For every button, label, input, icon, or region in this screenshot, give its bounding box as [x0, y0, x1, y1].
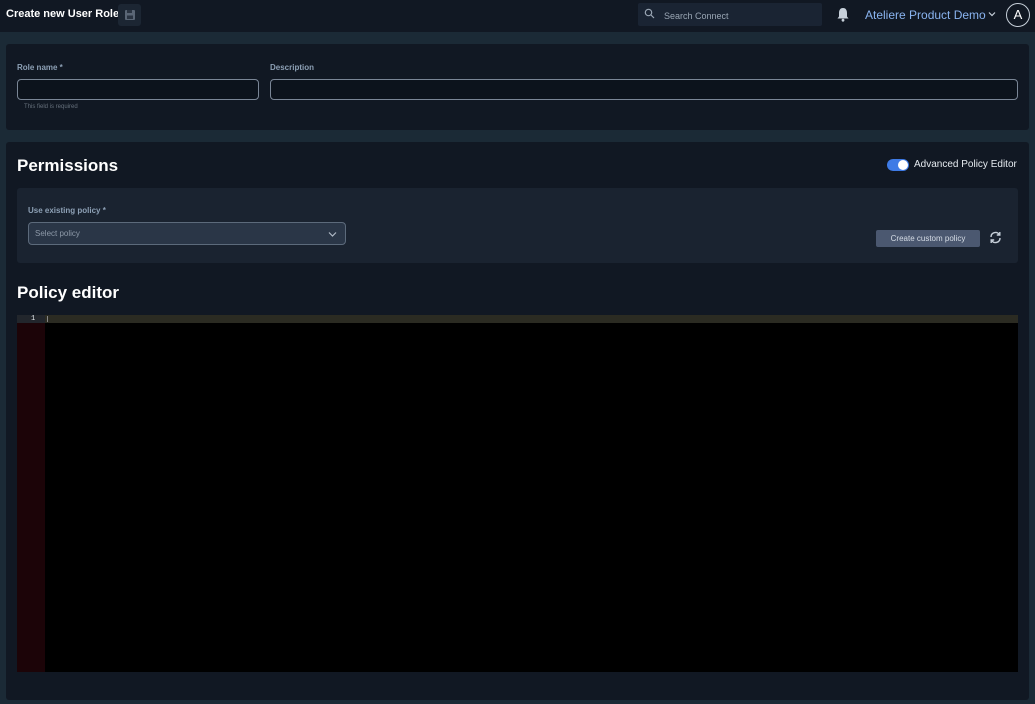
floppy-disk-icon [124, 10, 135, 20]
use-existing-policy-label: Use existing policy * [28, 206, 106, 215]
search-box[interactable] [638, 3, 822, 28]
search-icon [644, 8, 655, 19]
text-cursor [47, 316, 48, 322]
role-details-panel: Role name * This field is required Descr… [6, 44, 1029, 130]
create-custom-policy-button[interactable]: Create custom policy [876, 230, 980, 247]
description-label: Description [270, 63, 315, 72]
toggle-knob [898, 160, 908, 170]
chevron-down-icon [988, 12, 996, 17]
editor-gutter [17, 315, 45, 672]
page-title: Create new User Role [6, 8, 120, 20]
org-switcher[interactable]: Ateliere Product Demo [865, 8, 996, 22]
policy-select-value: Select policy [35, 229, 80, 238]
policy-editor-heading: Policy editor [17, 283, 120, 302]
permissions-heading: Permissions [17, 156, 119, 175]
permissions-panel: Permissions Advanced Policy Editor Use e… [6, 142, 1029, 700]
role-name-helper-text: This field is required [24, 104, 78, 110]
line-number: 1 [31, 315, 36, 323]
chevron-down-icon [328, 232, 337, 237]
org-name: Ateliere Product Demo [865, 8, 986, 22]
advanced-policy-editor-toggle[interactable] [887, 159, 909, 171]
avatar[interactable]: A [1006, 3, 1030, 27]
advanced-policy-editor-label: Advanced Policy Editor [914, 159, 1017, 170]
description-input[interactable] [271, 81, 1017, 100]
role-name-field[interactable] [17, 79, 259, 100]
policy-code-editor[interactable]: 1 [17, 315, 1018, 672]
role-name-label: Role name * [17, 63, 63, 72]
policy-select[interactable]: Select policy [28, 222, 346, 245]
description-field[interactable] [270, 79, 1018, 100]
active-line-highlight [17, 315, 1018, 323]
bell-icon[interactable] [836, 7, 850, 22]
search-input[interactable] [662, 3, 822, 28]
save-button[interactable] [118, 4, 141, 26]
role-name-input[interactable] [18, 81, 258, 100]
top-bar: Create new User Role Ateliere Product De… [0, 0, 1035, 32]
refresh-icon[interactable] [989, 231, 1002, 244]
policy-selection-panel: Use existing policy * Select policy Crea… [17, 188, 1018, 263]
